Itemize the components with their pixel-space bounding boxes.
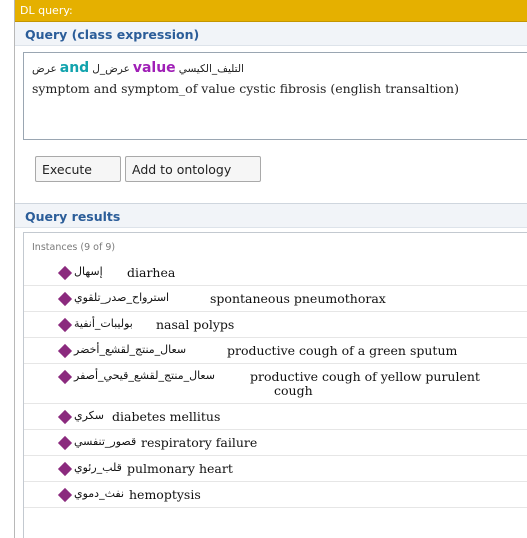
instance-arabic-name: سعال_منتج_لقشع_قيحي_أصفر (74, 369, 215, 382)
instance-english-name: pulmonary heart (127, 461, 233, 476)
instance-english-name: diarhea (127, 265, 176, 280)
result-row[interactable]: إسهال diarhea (24, 260, 527, 286)
instance-english-name: productive cough of a green sputum (227, 343, 458, 358)
query-section-header: Query (class expression) (15, 22, 527, 46)
instances-group-header: Instances (9 of 9) (32, 242, 116, 253)
instance-english-name: respiratory failure (141, 435, 258, 450)
diamond-icon (57, 461, 73, 477)
diamond-icon (57, 435, 73, 451)
instance-english-name: hemoptysis (129, 487, 201, 502)
expression-part-1: عرض (32, 63, 57, 75)
dl-query-window: DL query: Query (class expression) عرض an… (14, 0, 527, 538)
expression-part-2: عرض_ل (92, 63, 130, 75)
diamond-icon (57, 343, 73, 359)
query-section-title: Query (class expression) (25, 27, 200, 42)
result-row[interactable]: بوليبات_أنفية nasal polyps (24, 312, 527, 338)
instance-arabic-name: قصور_تنفسي (74, 435, 137, 448)
instance-arabic-name: بوليبات_أنفية (74, 317, 133, 330)
query-panel: Query (class expression) عرض and عرض_ل valu… (15, 22, 527, 200)
value-keyword: value (132, 60, 176, 76)
diamond-icon (57, 317, 73, 333)
results-section-title: Query results (25, 209, 121, 224)
result-row[interactable]: سعال_منتج_لقشع_أخضر productive cough of … (24, 338, 527, 364)
diamond-icon (57, 291, 73, 307)
execute-button[interactable]: Execute (35, 156, 121, 182)
instance-english-name: spontaneous pneumothorax (210, 291, 386, 306)
window-title: DL query: (20, 4, 73, 17)
results-list[interactable]: Instances (9 of 9) إسهال diarhea استرواح… (23, 232, 527, 538)
results-panel: Query results Instances (9 of 9) إسهال d… (15, 203, 527, 538)
instance-arabic-name: نفث_دموي (74, 487, 125, 500)
instance-arabic-name: استرواح_صدر_تلقوي (74, 291, 170, 304)
instance-english-name-wrap: cough (274, 383, 313, 398)
expression-part-3: التليف_الكيسي (178, 63, 244, 75)
instance-english-name: diabetes mellitus (112, 409, 221, 424)
results-section-header: Query results (15, 204, 527, 228)
instance-arabic-name: إسهال (74, 265, 103, 278)
result-row[interactable]: سكري diabetes mellitus (24, 404, 527, 430)
add-to-ontology-button[interactable]: Add to ontology (125, 156, 261, 182)
expression-line: عرض and عرض_ل value التليف_الكيسي (32, 60, 244, 76)
diamond-icon (57, 369, 73, 385)
instance-arabic-name: قلب_رئوي (74, 461, 122, 474)
expression-translation: symptom and symptom_of value cystic fibr… (32, 81, 459, 96)
result-row[interactable]: نفث_دموي hemoptysis (24, 482, 527, 508)
result-row[interactable]: قلب_رئوي pulmonary heart (24, 456, 527, 482)
diamond-icon (57, 409, 73, 425)
instance-arabic-name: سكري (74, 409, 104, 422)
result-row[interactable]: سعال_منتج_لقشع_قيحي_أصفر productive coug… (24, 364, 527, 404)
window-title-bar[interactable]: DL query: (15, 0, 527, 22)
instance-english-name: productive cough of yellow purulent (250, 369, 480, 384)
class-expression-editor[interactable]: عرض and عرض_ل value التليف_الكيسي symptom an… (23, 52, 527, 140)
result-row[interactable]: استرواح_صدر_تلقوي spontaneous pneumothor… (24, 286, 527, 312)
instance-arabic-name: سعال_منتج_لقشع_أخضر (74, 343, 187, 356)
diamond-icon (57, 487, 73, 503)
and-keyword: and (59, 60, 90, 76)
diamond-icon (57, 265, 73, 281)
result-row[interactable]: قصور_تنفسي respiratory failure (24, 430, 527, 456)
instance-english-name: nasal polyps (156, 317, 235, 332)
